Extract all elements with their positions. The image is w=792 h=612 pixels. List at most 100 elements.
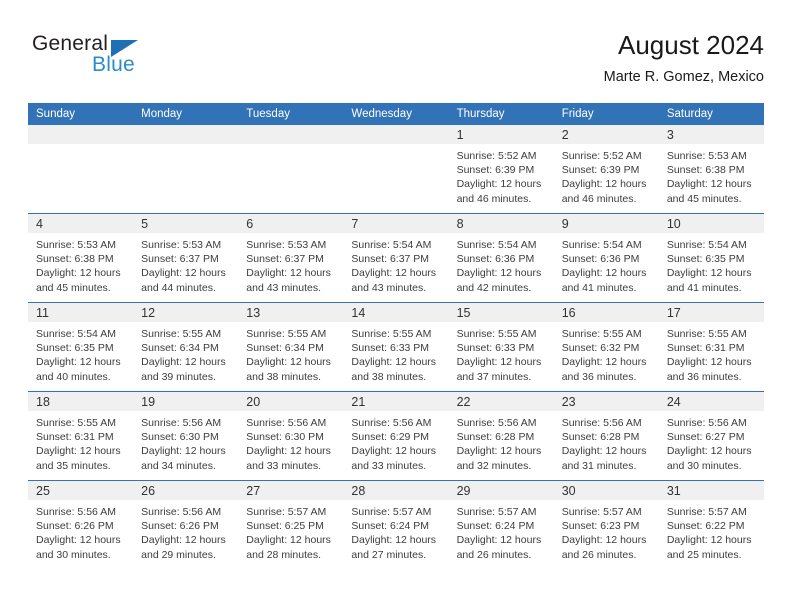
calendar-day-cell[interactable]: 2 Sunrise: 5:52 AM Sunset: 6:39 PM Daylight… [553,125,659,214]
sunset-text: Sunset: 6:38 PM [666,164,745,177]
calendar-day-cell[interactable]: 31 Sunrise: 5:57 AM Sunset: 6:22 PM Dayligh… [658,480,764,569]
calendar-day-cell[interactable]: 16 Sunrise: 5:55 AM Sunset: 6:32 PM Dayligh… [553,302,659,392]
calendar-day-cell[interactable]: 25 Sunrise: 5:56 AM Sunset: 6:26 PM Dayligh… [28,480,134,569]
calendar-day-cell[interactable]: 18 Sunrise: 5:55 AM Sunset: 6:31 PM Dayligh… [28,391,134,481]
day-details: Sunrise: 5:53 AM Sunset: 6:37 PM Daylight:… [238,233,343,295]
sunrise-text: Sunrise: 5:55 AM [456,328,537,340]
calendar-day-cell[interactable]: 11 Sunrise: 5:54 AM Sunset: 6:35 PM Dayligh… [28,302,134,392]
sunset-text: Sunset: 6:22 PM [666,520,745,533]
day-number-band: 1 [448,125,554,144]
day-number: 11 [36,306,49,320]
daylight-text-line1: Daylight: 12 hours [456,267,542,280]
day-number-band: 14 [343,303,449,322]
calendar-day-cell[interactable]: 9 Sunrise: 5:54 AM Sunset: 6:36 PM Daylight… [553,213,659,303]
calendar-day-cell[interactable]: 10 Sunrise: 5:54 AM Sunset: 6:35 PM Dayligh… [658,213,764,303]
daylight-text-line1: Daylight: 12 hours [351,445,437,458]
calendar-day-cell[interactable]: 1 Sunrise: 5:52 AM Sunset: 6:39 PM Daylight… [448,125,554,214]
daylight-text-line1: Daylight: 12 hours [456,534,542,547]
calendar-day-cell[interactable]: 19 Sunrise: 5:56 AM Sunset: 6:30 PM Dayligh… [133,391,239,481]
day-cell-empty [343,125,449,213]
generalblue-logo[interactable]: General Blue [32,32,222,90]
calendar-day-cell[interactable]: 22 Sunrise: 5:56 AM Sunset: 6:28 PM Dayligh… [448,391,554,481]
day-number: 24 [666,395,681,409]
daylight-text-line2: and 40 minutes. [36,370,111,383]
calendar-day-cell[interactable]: 5 Sunrise: 5:53 AM Sunset: 6:37 PM Daylight… [133,213,239,303]
sunset-text: Sunset: 6:25 PM [246,520,324,533]
day-details: Sunrise: 5:57 AM Sunset: 6:22 PM Daylight:… [659,500,764,562]
day-details: Sunrise: 5:55 AM Sunset: 6:34 PM Daylight:… [133,322,238,384]
calendar-day-cell[interactable]: 26 Sunrise: 5:56 AM Sunset: 6:26 PM Dayligh… [133,480,239,569]
sunrise-text: Sunrise: 5:54 AM [666,239,747,251]
calendar-day-cell[interactable] [238,125,344,214]
daylight-text-line2: and 26 minutes. [456,548,532,561]
calendar-day-cell[interactable]: 14 Sunrise: 5:55 AM Sunset: 6:33 PM Dayligh… [343,302,449,392]
daylight-text-line2: and 41 minutes. [561,281,637,294]
sunrise-text: Sunrise: 5:55 AM [36,417,116,429]
day-cell-content: 27 Sunrise: 5:57 AM Sunset: 6:25 PM Dayligh… [238,481,344,569]
day-cell-content: 18 Sunrise: 5:55 AM Sunset: 6:31 PM Dayligh… [28,392,134,480]
calendar-week-row: 25 Sunrise: 5:56 AM Sunset: 6:26 PM Dayligh… [28,480,764,569]
day-number-band: 3 [658,125,764,144]
calendar-day-cell[interactable]: 13 Sunrise: 5:55 AM Sunset: 6:34 PM Dayligh… [238,302,344,392]
day-number: 1 [456,128,464,142]
daylight-text-line2: and 43 minutes. [351,281,427,294]
calendar-day-cell[interactable]: 24 Sunrise: 5:56 AM Sunset: 6:27 PM Dayligh… [658,391,764,481]
calendar-day-cell[interactable]: 30 Sunrise: 5:57 AM Sunset: 6:23 PM Dayligh… [553,480,659,569]
logo-text-blue: Blue [92,53,135,76]
calendar-day-cell[interactable]: 29 Sunrise: 5:57 AM Sunset: 6:24 PM Dayligh… [448,480,554,569]
day-number: 17 [666,306,681,320]
daylight-text-line1: Daylight: 12 hours [246,534,331,547]
calendar-day-cell[interactable]: 23 Sunrise: 5:56 AM Sunset: 6:28 PM Dayligh… [553,391,659,481]
day-number: 23 [561,395,576,409]
day-cell-content: 31 Sunrise: 5:57 AM Sunset: 6:22 PM Dayligh… [658,481,764,569]
calendar-day-cell[interactable]: 15 Sunrise: 5:55 AM Sunset: 6:33 PM Dayligh… [448,302,554,392]
day-number: 4 [36,217,43,231]
daylight-text-line2: and 33 minutes. [246,459,321,472]
calendar-day-cell[interactable]: 28 Sunrise: 5:57 AM Sunset: 6:24 PM Dayligh… [343,480,449,569]
sunset-text: Sunset: 6:37 PM [141,253,219,266]
day-number-band: 10 [658,214,764,233]
calendar-day-cell[interactable]: 12 Sunrise: 5:55 AM Sunset: 6:34 PM Dayligh… [133,302,239,392]
calendar-day-cell[interactable] [133,125,239,214]
daylight-text-line1: Daylight: 12 hours [141,267,226,280]
sunrise-text: Sunrise: 5:56 AM [246,417,327,429]
page-title: August 2024 [617,30,764,60]
day-details: Sunrise: 5:56 AM Sunset: 6:26 PM Daylight:… [133,500,238,562]
day-number-band: 12 [133,303,239,322]
calendar-day-cell[interactable]: 4 Sunrise: 5:53 AM Sunset: 6:38 PM Daylight… [28,213,134,303]
day-details: Sunrise: 5:56 AM Sunset: 6:27 PM Daylight:… [659,411,764,473]
daylight-text-line2: and 46 minutes. [561,192,637,205]
sunset-text: Sunset: 6:35 PM [36,342,114,355]
daylight-text-line2: and 36 minutes. [666,370,742,383]
daylight-text-line1: Daylight: 12 hours [351,534,437,547]
calendar-week-row: 4 Sunrise: 5:53 AM Sunset: 6:38 PM Daylight… [28,213,764,303]
daylight-text-line1: Daylight: 12 hours [561,267,647,280]
calendar-week-row: 1 Sunrise: 5:52 AM Sunset: 6:39 PM Daylight… [28,125,764,214]
day-details: Sunrise: 5:55 AM Sunset: 6:33 PM Daylight:… [449,322,554,384]
day-cell-content: 21 Sunrise: 5:56 AM Sunset: 6:29 PM Dayligh… [343,392,449,480]
day-cell-content: 24 Sunrise: 5:56 AM Sunset: 6:27 PM Dayligh… [658,392,764,480]
day-number-band: 2 [553,125,659,144]
day-cell-content: 10 Sunrise: 5:54 AM Sunset: 6:35 PM Dayligh… [658,214,764,302]
calendar-day-cell[interactable]: 8 Sunrise: 5:54 AM Sunset: 6:36 PM Daylight… [448,213,554,303]
day-number-band: 17 [658,303,764,322]
day-number: 12 [141,306,156,320]
calendar-day-cell[interactable]: 7 Sunrise: 5:54 AM Sunset: 6:37 PM Daylight… [343,213,449,303]
day-number: 29 [456,484,471,498]
day-number: 10 [666,217,681,231]
day-number: 16 [561,306,576,320]
calendar-day-cell[interactable]: 6 Sunrise: 5:53 AM Sunset: 6:37 PM Daylight… [238,213,344,303]
calendar-day-cell[interactable]: 17 Sunrise: 5:55 AM Sunset: 6:31 PM Dayligh… [658,302,764,392]
calendar-day-cell[interactable]: 27 Sunrise: 5:57 AM Sunset: 6:25 PM Dayligh… [238,480,344,569]
calendar-day-cell[interactable]: 3 Sunrise: 5:53 AM Sunset: 6:38 PM Daylight… [658,125,764,214]
calendar-day-cell[interactable]: 20 Sunrise: 5:56 AM Sunset: 6:30 PM Dayligh… [238,391,344,481]
calendar-day-cell[interactable] [343,125,449,214]
sunset-text: Sunset: 6:39 PM [456,164,535,177]
sunrise-text: Sunrise: 5:57 AM [351,506,432,518]
calendar-day-cell[interactable]: 21 Sunrise: 5:56 AM Sunset: 6:29 PM Dayligh… [343,391,449,481]
daylight-text-line1: Daylight: 12 hours [456,356,542,369]
daylight-text-line2: and 29 minutes. [141,548,216,561]
calendar-day-cell[interactable] [28,125,134,214]
page-subtitle: Marte R. Gomez, Mexico [603,69,764,85]
daylight-text-line2: and 35 minutes. [36,459,111,472]
